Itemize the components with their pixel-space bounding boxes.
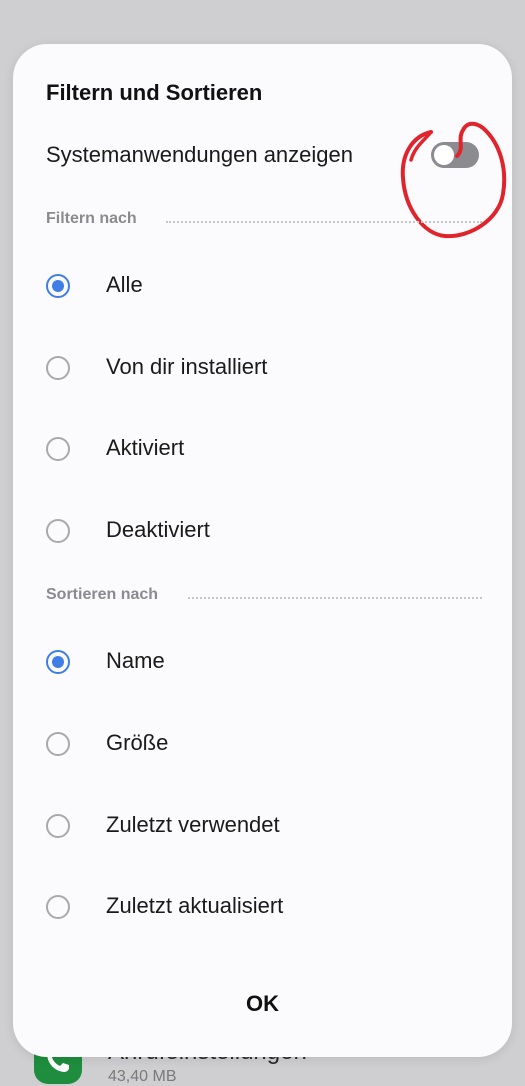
option-label: Name bbox=[106, 648, 165, 673]
filter-option-installed[interactable]: Von dir installiert bbox=[13, 334, 512, 406]
toggle-knob bbox=[434, 145, 454, 165]
option-label: Alle bbox=[106, 272, 143, 297]
system-apps-row[interactable]: Systemanwendungen anzeigen bbox=[13, 128, 512, 184]
system-apps-toggle[interactable] bbox=[431, 142, 479, 168]
radio-button[interactable] bbox=[46, 274, 70, 298]
ok-button[interactable]: OK bbox=[163, 979, 362, 1029]
sort-section-header: Sortieren nach bbox=[46, 586, 482, 610]
filter-option-alle[interactable]: Alle bbox=[13, 252, 512, 324]
filter-section-header: Filtern nach bbox=[46, 210, 482, 234]
radio-button[interactable] bbox=[46, 356, 70, 380]
sort-option-last-used[interactable]: Zuletzt verwendet bbox=[13, 792, 512, 864]
option-label: Von dir installiert bbox=[106, 354, 268, 379]
sort-header-divider bbox=[188, 597, 482, 599]
system-apps-label: Systemanwendungen anzeigen bbox=[46, 142, 354, 167]
filter-option-disabled[interactable]: Deaktiviert bbox=[13, 497, 512, 569]
sort-header-label: Sortieren nach bbox=[46, 586, 171, 604]
sort-option-last-updated[interactable]: Zuletzt aktualisiert bbox=[13, 873, 512, 945]
radio-button[interactable] bbox=[46, 437, 70, 461]
radio-button[interactable] bbox=[46, 650, 70, 674]
option-label: Deaktiviert bbox=[106, 517, 210, 542]
radio-button[interactable] bbox=[46, 519, 70, 543]
option-label: Zuletzt verwendet bbox=[106, 812, 280, 837]
filter-header-label: Filtern nach bbox=[46, 210, 149, 228]
option-label: Zuletzt aktualisiert bbox=[106, 893, 284, 918]
radio-button[interactable] bbox=[46, 732, 70, 756]
sort-option-size[interactable]: Größe bbox=[13, 710, 512, 782]
radio-button[interactable] bbox=[46, 895, 70, 919]
filter-header-divider bbox=[166, 221, 482, 223]
filter-option-enabled[interactable]: Aktiviert bbox=[13, 415, 512, 487]
filter-sort-dialog: Filtern und Sortieren Systemanwendungen … bbox=[13, 44, 512, 1057]
radio-button[interactable] bbox=[46, 814, 70, 838]
option-label: Größe bbox=[106, 730, 169, 755]
app-size: 43,40 MB bbox=[108, 1068, 177, 1085]
option-label: Aktiviert bbox=[106, 435, 185, 460]
dialog-title: Filtern und Sortieren bbox=[46, 80, 263, 105]
sort-option-name[interactable]: Name bbox=[13, 628, 512, 700]
